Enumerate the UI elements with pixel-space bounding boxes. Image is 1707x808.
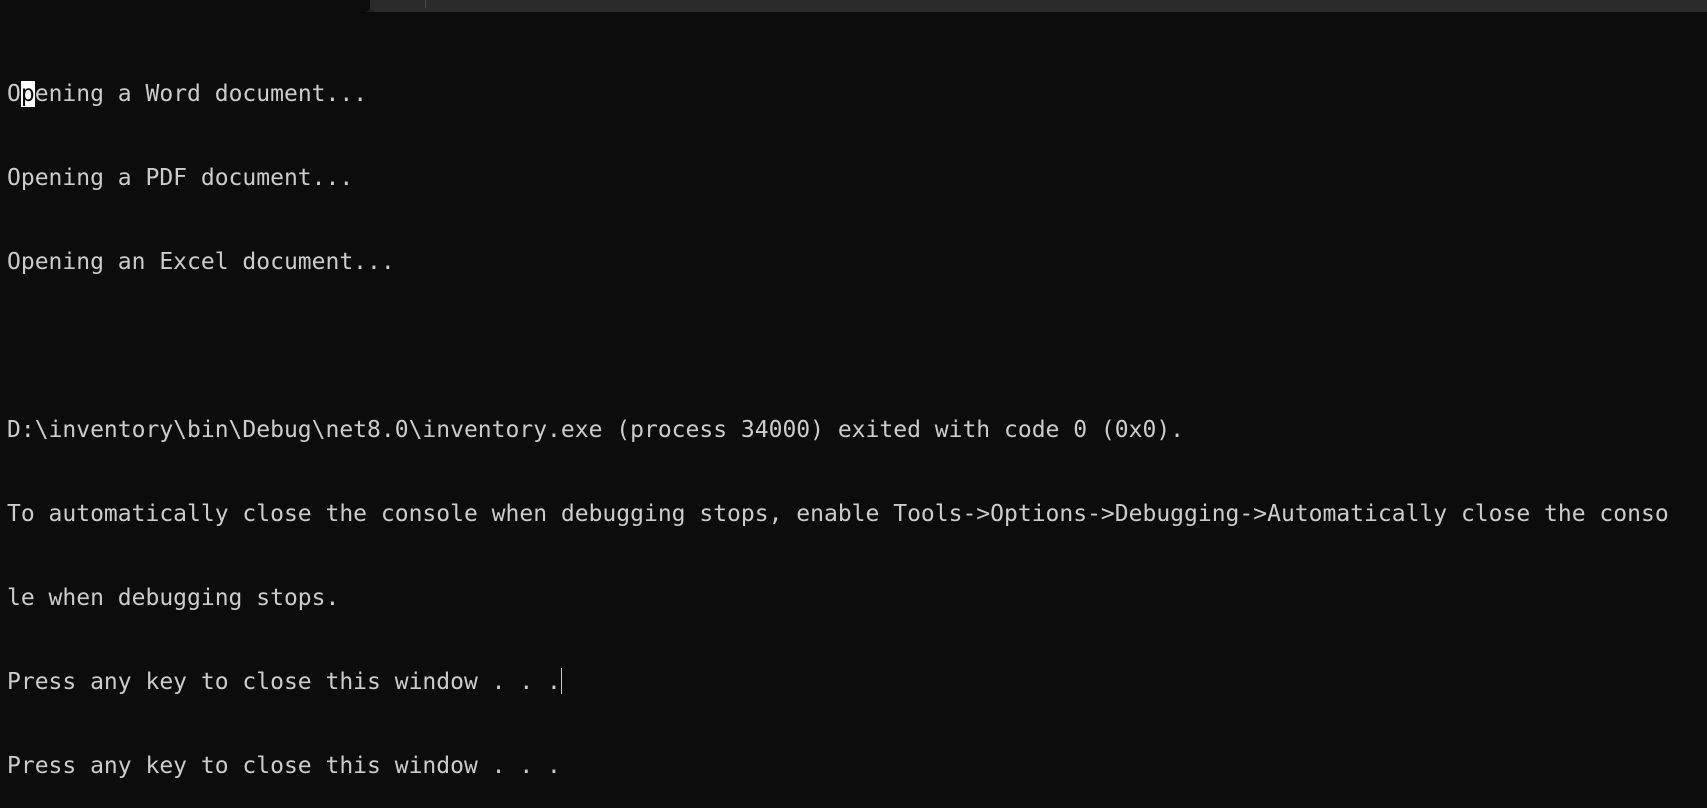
console-line: To automatically close the console when … (7, 501, 1669, 527)
console-output[interactable]: Opening a Word document... Opening a PDF… (7, 24, 1702, 808)
console-line: Press any key to close this window . . . (7, 668, 1702, 696)
console-line: Opening an Excel document... (7, 249, 395, 275)
tab-bar-background (370, 0, 1707, 12)
console-text: Press any key to close this window . . . (7, 669, 561, 695)
text-cursor: p (20, 81, 35, 107)
tab-divider (425, 0, 426, 8)
console-line: Opening a Word document... (7, 80, 1702, 108)
active-tab-edge[interactable] (0, 0, 370, 12)
input-caret (560, 668, 562, 694)
console-line: Press any key to close this window . . . (7, 753, 561, 779)
console-text: ening a Word document... (34, 81, 368, 107)
console-line: Opening a PDF document... (7, 165, 354, 191)
console-line: D:\inventory\bin\Debug\net8.0\inventory.… (7, 417, 1185, 443)
tab-strip (0, 0, 1707, 12)
console-text: O (7, 81, 21, 107)
console-line: le when debugging stops. (7, 585, 340, 611)
